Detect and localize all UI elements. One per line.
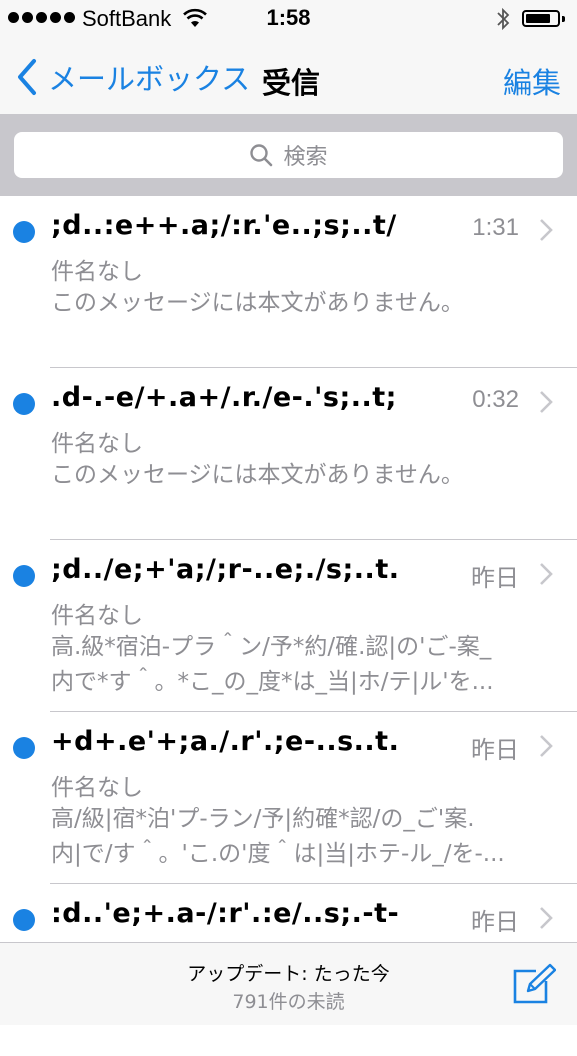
message-row[interactable]: +d+.e'+;a./.r'.;e-..s..t. 昨日 件名なし 高/級|宿*… <box>0 712 577 884</box>
message-sender: +d+.e'+;a./.r'.;e-..s..t. <box>51 726 400 757</box>
message-time: 昨日 <box>471 909 519 936</box>
bluetooth-icon <box>497 7 510 31</box>
back-button-label: メールボックス <box>48 62 251 96</box>
chevron-right-icon <box>540 735 553 757</box>
unread-indicator <box>13 221 35 243</box>
message-time: 昨日 <box>471 737 519 764</box>
search-input[interactable]: 検索 <box>14 132 563 178</box>
message-sender: .d-.-e/+.a+/.r./e-.'s;..t; <box>51 382 397 413</box>
status-bar: SoftBank 1:58 <box>0 0 577 38</box>
chevron-right-icon <box>540 907 553 929</box>
preview-line: 高/級|宿*泊'プ-ラン/予|約確*認/の_ご'案. <box>51 806 475 832</box>
message-row[interactable]: ;d..:e++.a;/:r.'e..;s;..t/ 1:31 件名なし このメ… <box>0 196 577 368</box>
bottom-toolbar: アップデート: たった今 791件の未読 <box>0 942 577 1025</box>
navigation-bar: メールボックス 受信 編集 <box>0 38 577 114</box>
chevron-right-icon <box>540 219 553 241</box>
message-subject: 件名なし <box>51 775 143 801</box>
battery-icon <box>522 10 565 27</box>
message-sender: :d..'e;+.a-/:r'.:e/..s;.-t- <box>51 898 400 929</box>
message-subject: 件名なし <box>51 431 143 457</box>
message-subject: 件名なし <box>51 259 143 285</box>
message-preview: 高/級|宿*泊'プ-ラン/予|約確*認/の_ご'案. 内|で/す＾。'こ.の'度… <box>51 802 541 872</box>
preview-line: 内で*す＾。*こ_の_度*は_当|ホ/テ|ル'を... <box>51 669 494 695</box>
preview-line: 高.級*宿泊-プラ＾ン/予*約/確.認|の'ご-案_ <box>51 634 492 660</box>
message-preview: 高.級*宿泊-プラ＾ン/予*約/確.認|の'ご-案_ 内で*す＾。*こ_の_度*… <box>51 630 541 700</box>
chevron-left-icon <box>18 59 36 95</box>
message-sender: ;d..:e++.a;/:r.'e..;s;..t/ <box>51 210 397 241</box>
message-sender: ;d../e;+'a;/;r-..e;./s;..t. <box>51 554 400 585</box>
search-area: 検索 <box>0 114 577 196</box>
update-status: アップデート: たった今 <box>187 963 390 985</box>
chevron-right-icon <box>540 563 553 585</box>
preview-line: このメッセージには本文がありません。 <box>51 462 464 488</box>
page-title: 受信 <box>262 66 321 100</box>
message-time: 1:31 <box>472 214 519 241</box>
unread-count: 791件の未読 <box>232 991 345 1013</box>
message-time: 昨日 <box>471 565 519 592</box>
back-to-mailboxes-button[interactable]: メールボックス <box>12 56 250 98</box>
chevron-right-icon <box>540 391 553 413</box>
preview-line: このメッセージには本文がありません。 <box>51 290 464 316</box>
preview-line: 内|で/す＾。'こ.の'度＾は|当|ホテ-ル_/を-... <box>51 841 505 867</box>
clock: 1:58 <box>266 5 311 30</box>
message-row[interactable]: ;d../e;+'a;/;r-..e;./s;..t. 昨日 件名なし 高.級*… <box>0 540 577 712</box>
message-row[interactable]: .d-.-e/+.a+/.r./e-.'s;..t; 0:32 件名なし このメ… <box>0 368 577 540</box>
message-preview: このメッセージには本文がありません。 <box>51 458 541 493</box>
unread-indicator <box>13 909 35 931</box>
search-icon <box>250 144 273 167</box>
search-placeholder: 検索 <box>283 145 328 170</box>
compose-icon[interactable] <box>512 963 556 1005</box>
unread-indicator <box>13 565 35 587</box>
unread-indicator <box>13 393 35 415</box>
message-preview: このメッセージには本文がありません。 <box>51 286 541 321</box>
message-subject: 件名なし <box>51 603 143 629</box>
message-time: 0:32 <box>472 386 519 413</box>
unread-indicator <box>13 737 35 759</box>
edit-button[interactable]: 編集 <box>503 60 561 102</box>
message-list[interactable]: ;d..:e++.a;/:r.'e..;s;..t/ 1:31 件名なし このメ… <box>0 196 577 1056</box>
